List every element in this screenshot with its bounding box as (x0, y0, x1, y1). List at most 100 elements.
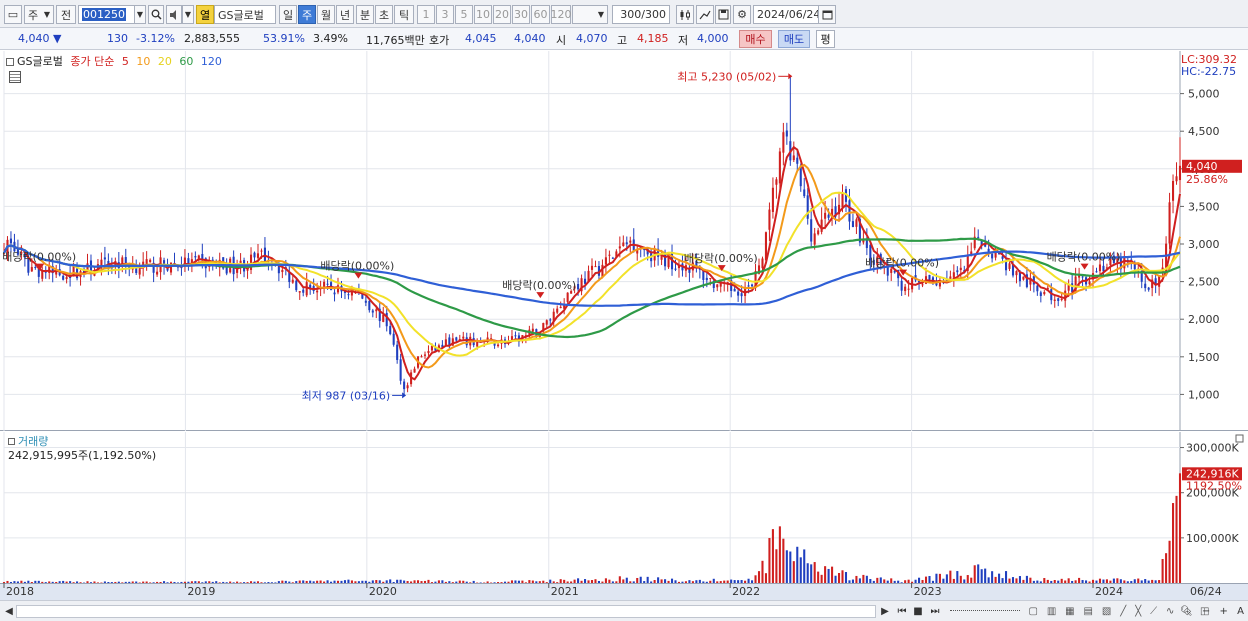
tool-icon[interactable]: ╱ (1120, 606, 1126, 617)
open-button[interactable]: 열 (196, 5, 214, 24)
table-icon[interactable] (9, 71, 21, 83)
price-tick-label: 3,000 (1188, 238, 1220, 251)
candle-body (792, 155, 795, 161)
custom-interval-select[interactable]: ▼ (572, 5, 608, 24)
candle-body (1057, 298, 1060, 301)
tool-icon[interactable]: ▤ (1084, 606, 1093, 617)
tool-icon[interactable]: ▥ (1047, 606, 1056, 617)
font-size-icon[interactable]: A (1237, 606, 1244, 617)
tab-week[interactable]: 주 (298, 5, 316, 24)
tool-icon[interactable]: ▧ (1102, 606, 1111, 617)
tool-icon[interactable]: ╳ (1135, 606, 1141, 617)
tool-icon[interactable]: ▦ (1065, 606, 1074, 617)
candle-body (497, 344, 500, 347)
tab-year[interactable]: 년 (336, 5, 354, 24)
candle-body (855, 219, 858, 227)
candle-body (371, 310, 374, 313)
interval-120[interactable]: 120 (551, 5, 572, 24)
candle-body (1039, 292, 1042, 297)
candle-body (1043, 291, 1046, 295)
period-select[interactable]: 주 ▼ (24, 5, 54, 24)
tab-day[interactable]: 일 (279, 5, 297, 24)
speaker-icon[interactable] (166, 5, 182, 24)
price-chart[interactable]: 5,0004,5004,0003,5003,0002,5002,0001,500… (0, 51, 1248, 431)
candle-body (771, 187, 774, 212)
window-icon[interactable]: ▭ (4, 5, 22, 24)
magnify-icon[interactable]: 🔍︎ (1180, 606, 1193, 617)
zoom-out-icon[interactable]: − (1202, 606, 1210, 617)
turnover: 3.49% (313, 32, 348, 45)
volume-bar (1178, 473, 1182, 583)
first-icon[interactable]: ⏮ (895, 604, 909, 619)
volume-bar (827, 568, 830, 583)
flat-button[interactable]: 평 (816, 30, 835, 48)
trend-icon[interactable] (696, 5, 714, 24)
tab-tick[interactable]: 틱 (394, 5, 414, 24)
sell-button[interactable]: 매도 (778, 30, 810, 48)
chevron-down-icon[interactable]: ▼ (182, 5, 194, 24)
candle-body (295, 280, 298, 291)
candle-body (796, 157, 799, 164)
ask-label: 호가 (429, 34, 450, 47)
interval-20[interactable]: 20 (493, 5, 511, 24)
chevron-down-icon[interactable]: ▼ (134, 5, 146, 24)
stop-icon[interactable]: ■ (912, 604, 924, 619)
price-tick-label: 3,500 (1188, 200, 1220, 213)
volume-bar (865, 575, 868, 583)
candle-body (803, 189, 806, 197)
interval-5[interactable]: 5 (455, 5, 473, 24)
scroll-right-icon[interactable]: ▶ (880, 604, 890, 619)
stock-name-field[interactable]: GS글로벌 (214, 5, 276, 24)
bid-price: 4,040 (514, 32, 546, 45)
buy-button[interactable]: 매수 (739, 30, 772, 48)
zoom-slider[interactable] (950, 610, 1020, 613)
volume-chart[interactable]: 300,000K200,000K100,000K242,916K1192.50% (0, 432, 1248, 583)
zoom-in-icon[interactable]: + (1220, 606, 1228, 617)
stock-code-input[interactable]: 001250 (78, 5, 136, 24)
candle-body (531, 328, 534, 332)
current-price: 4,040 ▼ (18, 32, 61, 45)
interval-1[interactable]: 1 (417, 5, 435, 24)
volume-bar (1165, 553, 1168, 583)
tool-icon[interactable]: ▢ (1028, 606, 1037, 617)
interval-3[interactable]: 3 (436, 5, 454, 24)
high-label: 고 (617, 34, 628, 47)
interval-10[interactable]: 10 (474, 5, 492, 24)
scroll-left-icon[interactable]: ◀ (4, 604, 14, 619)
tab-minute[interactable]: 분 (356, 5, 374, 24)
candle-body (149, 259, 152, 263)
tab-month[interactable]: 월 (317, 5, 335, 24)
candle-icon[interactable] (676, 5, 694, 24)
candle-body (486, 337, 489, 340)
prev-button[interactable]: 전 (56, 5, 76, 24)
candle-body (848, 200, 851, 222)
date-field[interactable]: 2024/06/24 (753, 5, 820, 24)
candle-body (396, 344, 399, 360)
save-icon[interactable] (715, 5, 731, 24)
calendar-icon[interactable] (818, 5, 836, 24)
time-tick-label: 06/24 (1190, 585, 1222, 598)
search-icon[interactable] (148, 5, 164, 24)
tab-second[interactable]: 초 (375, 5, 393, 24)
candle-body (1172, 180, 1175, 201)
count-field[interactable]: 300/300 (612, 5, 670, 24)
candle-body (420, 356, 423, 358)
candle-body (594, 266, 597, 268)
gear-icon[interactable]: ⚙ (733, 5, 751, 24)
last-icon[interactable]: ⏭ (928, 604, 942, 619)
candle-body (62, 275, 65, 280)
candle-body (740, 293, 743, 297)
tool-icon[interactable]: ∿ (1166, 606, 1174, 617)
interval-30[interactable]: 30 (512, 5, 530, 24)
candle-body (674, 268, 677, 270)
stock-chart-window: ▭ 주 ▼ 전 001250 ▼ ▼ 열 GS글로벌 일 주 월 년 분 초 틱… (0, 0, 1248, 621)
scroll-bar[interactable]: ◀ ▶ ⏮ ■ ⏭ ▢ ▥ ▦ ▤ ▧ ╱ ╳ ⟋ ∿ ◇ ◫ 🔍︎ − + A (0, 600, 1248, 621)
candle-body (256, 253, 260, 258)
scroll-track[interactable] (16, 605, 876, 618)
candle-body (584, 278, 587, 284)
volume-bar (1172, 503, 1175, 583)
candle-body (556, 308, 559, 313)
tool-icon[interactable]: ⟋ (1150, 606, 1157, 617)
zoom-tools[interactable]: 🔍︎ − + A (1180, 604, 1244, 619)
interval-60[interactable]: 60 (531, 5, 550, 24)
